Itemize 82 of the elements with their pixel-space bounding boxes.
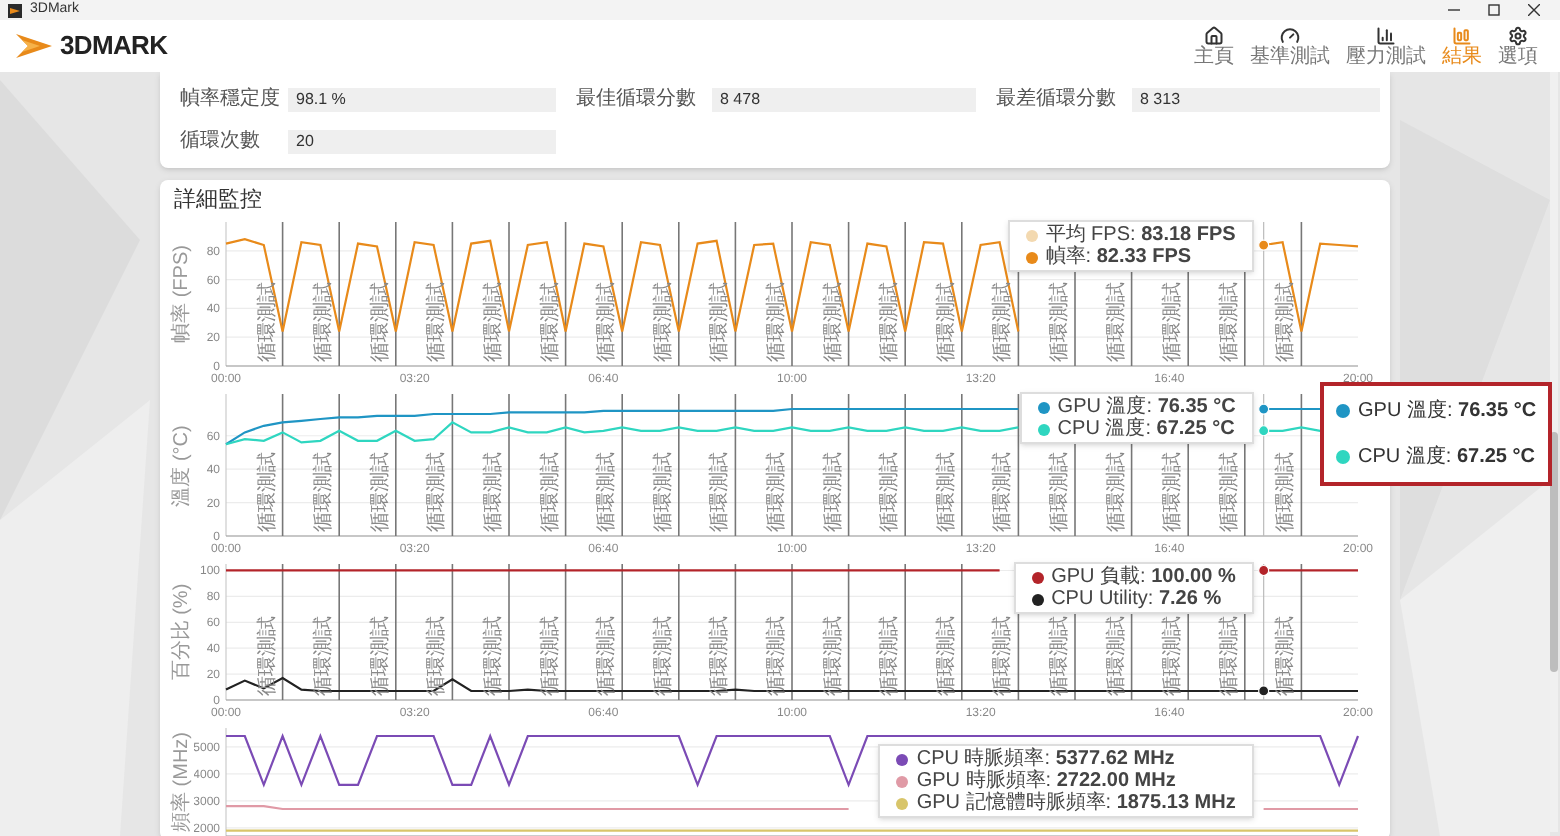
- marker-label: 循環測試: [709, 616, 732, 696]
- marker-label: 循環測試: [1105, 282, 1128, 362]
- marker-label: 循環測試: [539, 452, 562, 532]
- axis-label: 頻率 (MHz): [168, 732, 194, 832]
- marker-label: 循環測試: [483, 452, 505, 532]
- field-label: 循環次數: [180, 128, 262, 156]
- field-value: 20: [288, 129, 556, 153]
- legend-label: CPU Utility: 7.26 %: [1051, 588, 1222, 610]
- marker-label: 循環測試: [1162, 282, 1185, 362]
- marker-label: 循環測試: [992, 452, 1015, 532]
- legend-label: 幀率: 82.33 FPS: [1045, 246, 1192, 268]
- marker-label: 循環測試: [709, 282, 732, 362]
- marker-label: 循環測試: [935, 616, 958, 696]
- marker-label: 循環測試: [596, 616, 619, 696]
- marker-label: 循環測試: [256, 616, 279, 696]
- field-label: 幀率穩定度: [180, 85, 280, 114]
- field-value: 8 478: [712, 87, 976, 111]
- marker-label: 循環測試: [879, 452, 902, 532]
- marker-label: 循環測試: [1049, 282, 1071, 362]
- marker-label: 循環測試: [992, 616, 1015, 696]
- marker-label: 循環測試: [879, 616, 902, 696]
- marker-label: 循環測試: [369, 282, 392, 362]
- marker-label: 循環測試: [652, 282, 675, 362]
- marker-label: 循環測試: [313, 282, 336, 362]
- marker-label: 循環測試: [1275, 616, 1298, 696]
- marker-label: 循環測試: [822, 282, 845, 362]
- marker-label: 循環測試: [766, 452, 788, 532]
- legend-label: GPU 記憶體時脈頻率: 1875.13 MHz: [916, 792, 1236, 814]
- field-label: 最佳循環分數: [576, 86, 698, 114]
- marker-label: 循環測試: [369, 616, 392, 696]
- marker-label: 循環測試: [1218, 616, 1241, 696]
- marker-label: 循環測試: [369, 452, 392, 532]
- marker-label: 循環測試: [1162, 616, 1185, 696]
- section-title: 詳細監控: [172, 186, 264, 214]
- marker-label: 循環測試: [256, 452, 279, 532]
- legend-label: CPU 溫度: 67.25 °C: [1057, 418, 1235, 440]
- marker-label: 循環測試: [822, 452, 845, 532]
- field-label: 最差循環分數: [996, 86, 1118, 114]
- marker-label: 循環測試: [483, 282, 505, 362]
- marker-label: 循環測試: [313, 616, 336, 696]
- marker-label: 循環測試: [539, 616, 562, 696]
- marker-label: 循環測試: [1105, 616, 1128, 696]
- marker-label: 循環測試: [935, 452, 958, 532]
- marker-label: 循環測試: [256, 282, 279, 362]
- marker-label: 循環測試: [1049, 452, 1071, 532]
- marker-label: 循環測試: [313, 452, 336, 532]
- marker-label: 循環測試: [1105, 452, 1128, 532]
- marker-label: 循環測試: [1275, 452, 1298, 532]
- marker-label: 循環測試: [766, 616, 788, 696]
- legend-label: GPU 溫度: 76.35 °C: [1057, 396, 1236, 418]
- marker-label: 循環測試: [709, 452, 732, 532]
- marker-label: 循環測試: [879, 282, 902, 362]
- legend-label: CPU 溫度: 67.25 °C: [1358, 443, 1535, 472]
- marker-label: 循環測試: [766, 282, 788, 362]
- marker-label: 循環測試: [483, 616, 505, 696]
- marker-label: 循環測試: [935, 282, 958, 362]
- legend-label: 平均 FPS: 83.18 FPS: [1045, 224, 1236, 246]
- marker-label: 循環測試: [822, 616, 845, 696]
- marker-label: 循環測試: [1218, 452, 1241, 532]
- axis-label: 幀率 (FPS): [168, 245, 195, 343]
- legend-label: GPU 負載: 100.00 %: [1051, 566, 1236, 588]
- field-value: 8 313: [1132, 87, 1380, 111]
- logo-text: 3DMARK: [60, 28, 168, 65]
- legend-label: GPU 溫度: 76.35 °C: [1358, 397, 1537, 426]
- marker-label: 循環測試: [1049, 616, 1071, 696]
- marker-label: 循環測試: [426, 616, 449, 696]
- marker-label: 循環測試: [1162, 452, 1185, 532]
- legend-label: GPU 時脈頻率: 2722.00 MHz: [916, 770, 1176, 792]
- axis-label: 百分比 (%): [168, 583, 195, 681]
- marker-label: 循環測試: [652, 616, 675, 696]
- marker-label: 循環測試: [1275, 282, 1298, 362]
- marker-label: 循環測試: [992, 282, 1015, 362]
- marker-label: 循環測試: [596, 452, 619, 532]
- marker-label: 循環測試: [426, 282, 449, 362]
- marker-label: 循環測試: [652, 452, 675, 532]
- marker-label: 循環測試: [1218, 282, 1241, 362]
- axis-label: 溫度 (°C): [168, 424, 195, 506]
- marker-label: 循環測試: [426, 452, 449, 532]
- legend-label: CPU 時脈頻率: 5377.62 MHz: [916, 748, 1175, 770]
- marker-label: 循環測試: [539, 282, 562, 362]
- field-value: 98.1 %: [288, 87, 556, 111]
- marker-label: 循環測試: [596, 282, 619, 362]
